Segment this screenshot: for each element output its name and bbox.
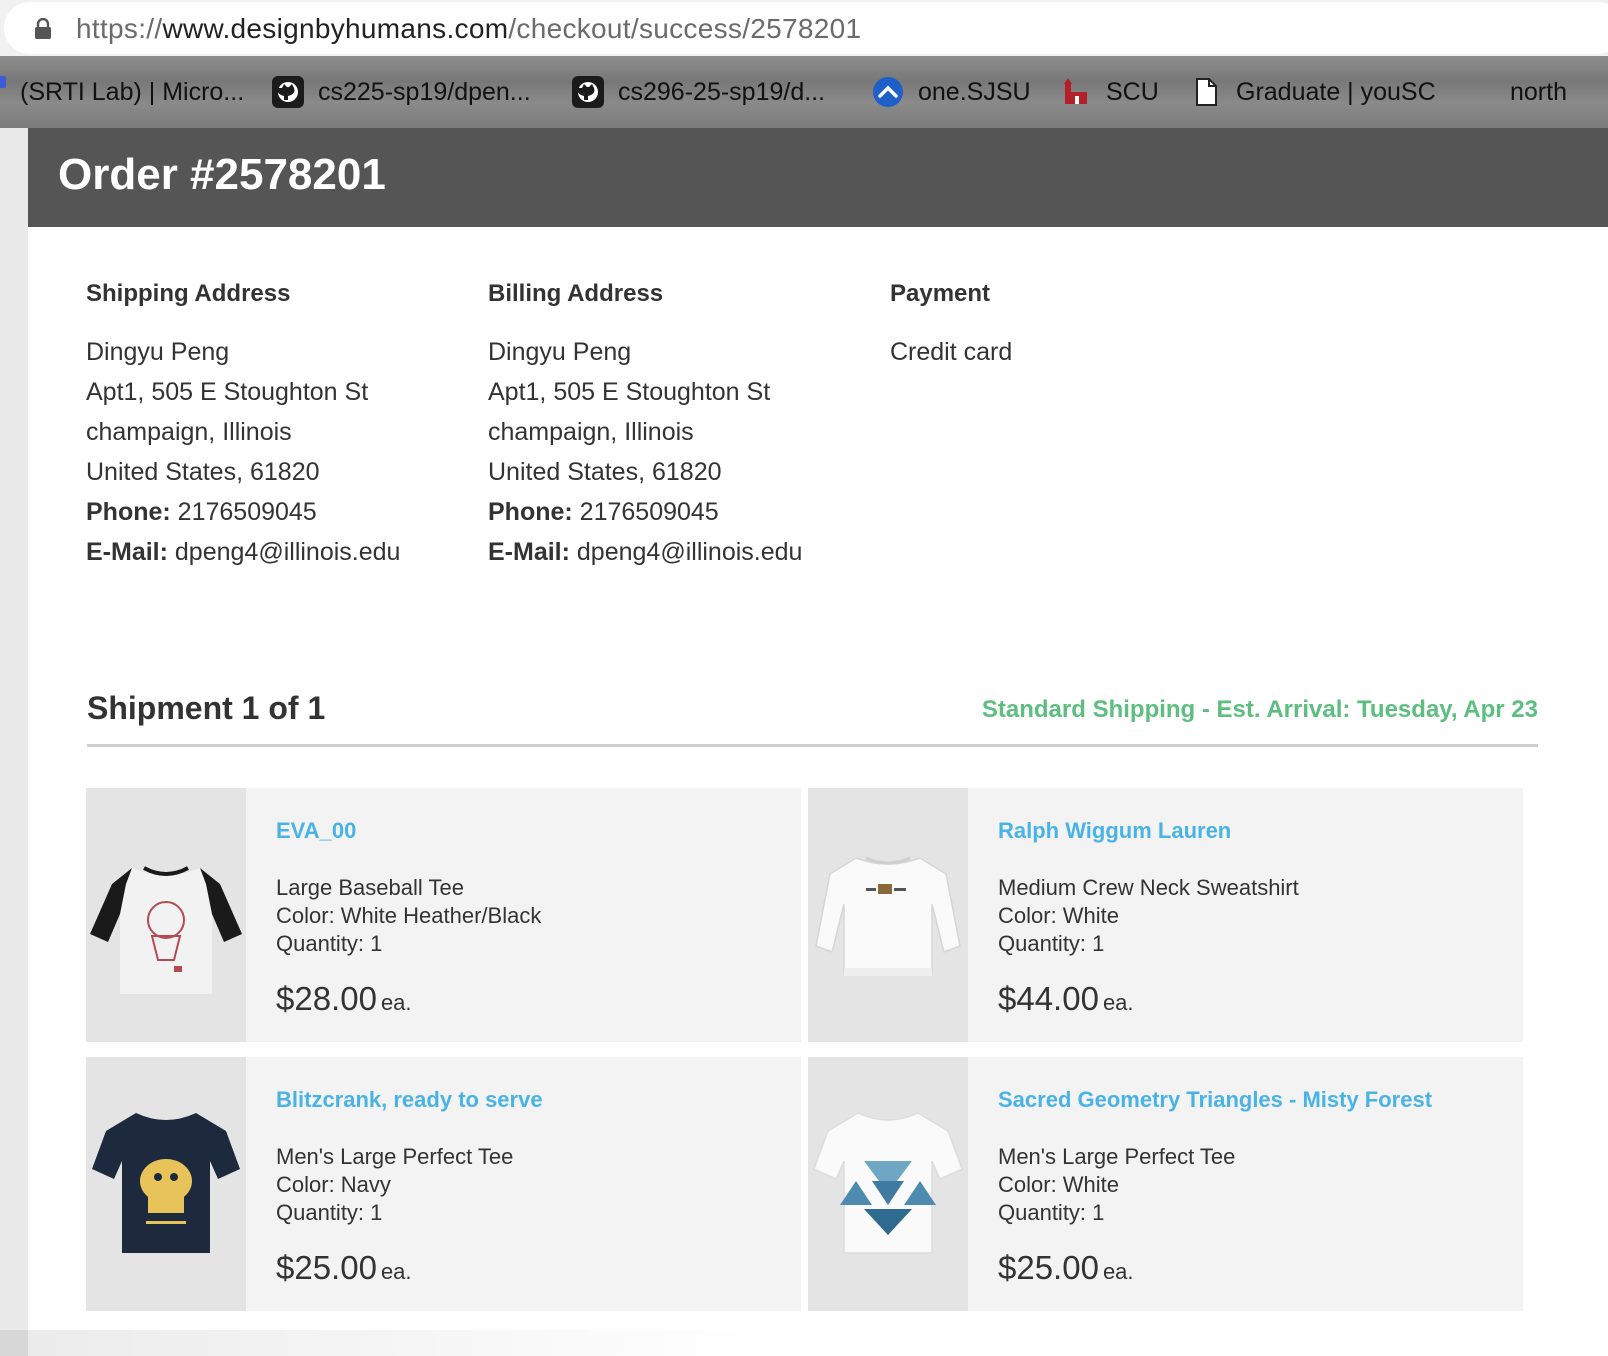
- shipping-email: E-Mail: dpeng4@illinois.edu: [86, 532, 466, 572]
- github-icon: [272, 76, 304, 108]
- email-label: E-Mail:: [488, 538, 570, 566]
- phone-value: 2176509045: [177, 498, 317, 526]
- shipping-address-heading: Shipping Address: [86, 280, 291, 307]
- billing-email: E-Mail: dpeng4@illinois.edu: [488, 532, 868, 572]
- sweatshirt-icon: [815, 856, 961, 976]
- billing-address: Billing Address Dingyu Peng Apt1, 505 E …: [488, 280, 868, 572]
- url-scheme: https://: [76, 13, 163, 44]
- email-value: dpeng4@illinois.edu: [576, 538, 803, 566]
- phone-label: Phone:: [488, 498, 573, 526]
- shipment-title: Shipment 1 of 1: [87, 690, 326, 726]
- product-quantity: Quantity: 1: [998, 1200, 1105, 1225]
- billing-country: United States, 61820: [488, 458, 722, 486]
- white-tee-icon: [813, 1112, 963, 1254]
- product-thumbnail[interactable]: [86, 788, 246, 1042]
- email-label: E-Mail:: [86, 538, 168, 566]
- billing-street: Apt1, 505 E Stoughton St: [488, 378, 771, 406]
- page-icon: [1196, 78, 1217, 106]
- bookmark-label: Graduate | youSC: [1236, 77, 1436, 106]
- address-bar-area: https://www.designbyhumans.com/checkout/…: [0, 0, 1608, 56]
- product-price: $25.00: [276, 1249, 377, 1286]
- shipping-address: Shipping Address Dingyu Peng Apt1, 505 E…: [86, 280, 466, 572]
- baseball-tee-icon: [90, 866, 242, 994]
- bookmark-overflow-icon: [0, 76, 6, 88]
- bookmark-scu[interactable]: SCU: [1060, 74, 1159, 110]
- shipping-name: Dingyu Peng: [86, 338, 230, 366]
- order-header: Order #2578201: [28, 128, 1608, 227]
- payment-method: Credit card: [890, 338, 1013, 366]
- bookmark-label: SCU: [1106, 77, 1159, 106]
- product-name-link[interactable]: Ralph Wiggum Lauren: [998, 818, 1508, 848]
- product-type: Medium Crew Neck Sweatshirt: [998, 875, 1299, 900]
- product-quantity: Quantity: 1: [998, 931, 1105, 956]
- bookmark-cs225[interactable]: cs225-sp19/dpen...: [272, 74, 531, 110]
- bookmark-graduate-yousc[interactable]: Graduate | youSC: [1190, 74, 1436, 110]
- product-name-link[interactable]: Blitzcrank, ready to serve: [276, 1087, 786, 1117]
- product-price: $44.00: [998, 980, 1099, 1017]
- bookmarks-bar: (SRTI Lab) | Micro... cs225-sp19/dpen...…: [0, 56, 1608, 128]
- navy-tee-icon: [92, 1113, 240, 1253]
- order-title: Order #2578201: [58, 150, 386, 199]
- product-color: Color: White: [998, 903, 1120, 928]
- bookmark-label: cs296-25-sp19/d...: [618, 77, 826, 106]
- shipping-phone: Phone: 2176509045: [86, 492, 466, 532]
- order-item-card: Blitzcrank, ready to serve Men's Large P…: [86, 1057, 801, 1311]
- bookmark-cs296[interactable]: cs296-25-sp19/d...: [572, 74, 825, 110]
- order-item-card: Sacred Geometry Triangles - Misty Forest…: [808, 1057, 1523, 1311]
- github-icon: [572, 76, 604, 108]
- order-item-card: EVA_00 Large Baseball Tee Color: White H…: [86, 788, 801, 1042]
- price-unit: ea.: [380, 990, 412, 1015]
- lock-icon: [35, 18, 51, 39]
- product-type: Men's Large Perfect Tee: [276, 1144, 514, 1169]
- product-type: Large Baseball Tee: [276, 875, 464, 900]
- bookmark-one-sjsu[interactable]: one.SJSU: [872, 74, 1031, 110]
- url-host: www.designbyhumans.com: [162, 13, 509, 44]
- product-quantity: Quantity: 1: [276, 931, 383, 956]
- bookmark-srti-lab[interactable]: (SRTI Lab) | Micro...: [20, 74, 244, 110]
- url-path: /checkout/success/2578201: [508, 13, 862, 44]
- billing-city: champaign, Illinois: [488, 418, 694, 446]
- product-name-link[interactable]: Sacred Geometry Triangles - Misty Forest: [998, 1087, 1508, 1117]
- bookmark-label: (SRTI Lab) | Micro...: [20, 77, 245, 106]
- order-page: Order #2578201 Shipping Address Dingyu P…: [28, 128, 1608, 1356]
- product-color: Color: White Heather/Black: [276, 903, 542, 928]
- product-price: $28.00: [276, 980, 377, 1017]
- price-unit: ea.: [1102, 990, 1134, 1015]
- payment-heading: Payment: [890, 280, 991, 307]
- phone-label: Phone:: [86, 498, 171, 526]
- url-text[interactable]: https://www.designbyhumans.com/checkout/…: [76, 13, 861, 45]
- email-value: dpeng4@illinois.edu: [174, 538, 401, 566]
- bookmark-label: one.SJSU: [918, 77, 1031, 106]
- phone-value: 2176509045: [579, 498, 719, 526]
- window-edge-shadow: [0, 1330, 760, 1356]
- order-item-card: Ralph Wiggum Lauren Medium Crew Neck Swe…: [808, 788, 1523, 1042]
- product-name-link[interactable]: EVA_00: [276, 818, 786, 848]
- shipping-street: Apt1, 505 E Stoughton St: [86, 378, 369, 406]
- billing-address-heading: Billing Address: [488, 280, 664, 307]
- product-quantity: Quantity: 1: [276, 1200, 383, 1225]
- sjsu-icon: [873, 77, 903, 107]
- shipping-country: United States, 61820: [86, 458, 320, 486]
- product-color: Color: Navy: [276, 1172, 391, 1197]
- product-thumbnail[interactable]: [86, 1057, 246, 1311]
- product-price: $25.00: [998, 1249, 1099, 1286]
- shipping-estimate: Standard Shipping - Est. Arrival: Tuesda…: [981, 696, 1538, 723]
- product-color: Color: White: [998, 1172, 1120, 1197]
- product-thumbnail[interactable]: [808, 788, 968, 1042]
- payment-info: Payment Credit card: [890, 280, 1270, 372]
- shipment-divider: [87, 744, 1538, 747]
- address-bar[interactable]: https://www.designbyhumans.com/checkout/…: [4, 2, 1608, 54]
- scu-icon: [1064, 78, 1087, 104]
- bookmark-label: cs225-sp19/dpen...: [318, 77, 531, 106]
- billing-phone: Phone: 2176509045: [488, 492, 868, 532]
- product-type: Men's Large Perfect Tee: [998, 1144, 1236, 1169]
- shipping-city: champaign, Illinois: [86, 418, 292, 446]
- bookmark-north[interactable]: north: [1510, 74, 1567, 110]
- bookmark-label: north: [1510, 77, 1567, 106]
- price-unit: ea.: [1102, 1259, 1134, 1284]
- billing-name: Dingyu Peng: [488, 338, 632, 366]
- product-thumbnail[interactable]: [808, 1057, 968, 1311]
- price-unit: ea.: [380, 1259, 412, 1284]
